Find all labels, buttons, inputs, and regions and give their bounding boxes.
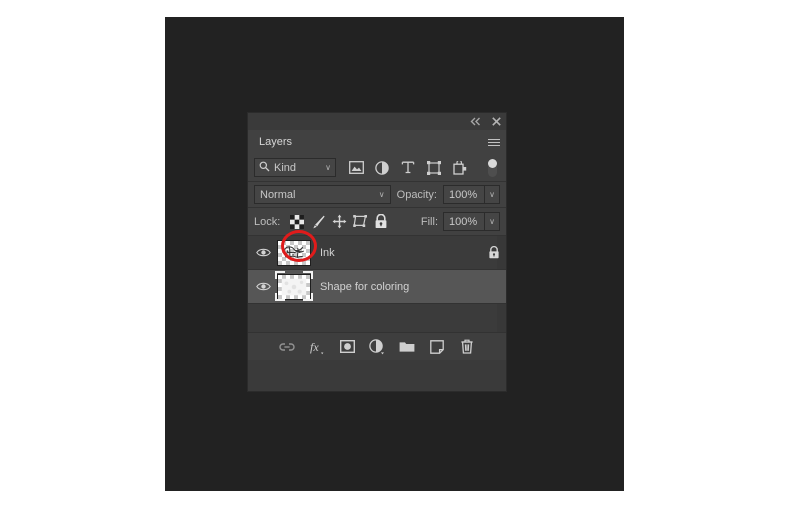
- layers-panel-bottom-toolbar: fx: [248, 332, 506, 360]
- layer-visibility-toggle[interactable]: [252, 270, 274, 303]
- thumbnail-artwork: [284, 245, 304, 258]
- filter-kind-select[interactable]: Kind ∨: [254, 158, 336, 177]
- layer-list-empty-area: [248, 304, 506, 332]
- table-row[interactable]: Shape for coloring: [248, 270, 506, 304]
- fill-chevron-down-icon[interactable]: ∨: [485, 212, 500, 231]
- blend-mode-row: Normal ∨ Opacity: 100% ∨: [248, 182, 506, 208]
- new-page-icon: [430, 339, 444, 354]
- filter-kind-label: Kind: [274, 161, 297, 174]
- chevron-down-icon: ∨: [325, 163, 331, 172]
- table-row[interactable]: Ink: [248, 236, 506, 270]
- delete-layer-button[interactable]: [458, 338, 476, 356]
- padlock-icon: [489, 246, 499, 259]
- folder-icon: [399, 342, 415, 352]
- new-group-button[interactable]: [398, 338, 416, 356]
- chain-link-icon: [279, 342, 295, 351]
- mask-icon: [339, 340, 355, 353]
- panel-titlebar-icons: [469, 115, 502, 127]
- layer-name: Ink: [320, 246, 335, 259]
- filter-type-icons: [348, 158, 500, 177]
- eye-icon: [255, 248, 271, 257]
- tab-strip-filler: [303, 130, 482, 154]
- panel-titlebar: [248, 113, 506, 130]
- lock-row: Lock: Fill: 100% ∨: [248, 208, 506, 236]
- filter-smart-object-icon[interactable]: [452, 160, 468, 176]
- layer-list: Ink Shape for coloring: [248, 236, 506, 332]
- tab-layers[interactable]: Layers: [248, 130, 304, 154]
- blend-mode-select[interactable]: Normal ∨: [254, 185, 391, 204]
- fill-label: Fill:: [420, 215, 438, 228]
- lock-transparent-pixels-button[interactable]: [287, 212, 307, 232]
- lock-image-pixels-button[interactable]: [308, 212, 328, 232]
- half-circle-icon: [369, 338, 384, 354]
- fill-group: Fill: 100% ∨: [421, 212, 500, 231]
- thumbnail-artwork: [281, 278, 307, 295]
- lock-label: Lock:: [254, 215, 281, 228]
- filter-enable-toggle[interactable]: [484, 158, 500, 177]
- opacity-input[interactable]: 100%: [443, 185, 485, 204]
- fx-icon: fx: [310, 340, 324, 354]
- screenshot-canvas: Layers Kind ∨ Normal ∨ Opacity: 100% ∨ L…: [0, 0, 800, 519]
- tab-layers-label: Layers: [259, 136, 293, 148]
- opacity-chevron-down-icon[interactable]: ∨: [485, 185, 500, 204]
- layer-thumbnail[interactable]: [276, 239, 312, 267]
- lock-all-button[interactable]: [371, 212, 391, 232]
- panel-tab-strip: Layers: [248, 130, 506, 154]
- layer-thumbnail[interactable]: [275, 270, 313, 301]
- lock-position-button[interactable]: [329, 212, 349, 232]
- filter-shape-layers-icon[interactable]: [426, 160, 442, 176]
- lock-artboard-nesting-button[interactable]: [350, 212, 370, 232]
- trash-icon: [461, 339, 473, 354]
- chevron-down-icon: ∨: [378, 190, 385, 199]
- filter-pixel-layers-icon[interactable]: [348, 160, 364, 176]
- layer-visibility-toggle[interactable]: [252, 236, 274, 269]
- hamburger-menu-icon: [488, 137, 500, 148]
- opacity-label: Opacity:: [396, 188, 437, 201]
- layer-filter-row: Kind ∨: [248, 154, 506, 182]
- double-chevron-left-icon[interactable]: [469, 115, 481, 127]
- blend-mode-value: Normal: [260, 188, 296, 201]
- layers-panel: Layers Kind ∨ Normal ∨ Opacity: 100% ∨ L…: [247, 112, 507, 392]
- eye-icon: [255, 282, 271, 291]
- fill-input[interactable]: 100%: [443, 212, 485, 231]
- filter-type-layers-icon[interactable]: [400, 160, 416, 176]
- fill-field-wrap: 100% ∨: [443, 212, 500, 231]
- opacity-field-wrap: 100% ∨: [443, 185, 500, 204]
- filter-adjustment-layers-icon[interactable]: [374, 160, 390, 176]
- close-icon[interactable]: [490, 115, 502, 127]
- panel-menu-button[interactable]: [482, 130, 506, 154]
- new-adjustment-layer-button[interactable]: [368, 338, 386, 356]
- layer-locked-indicator: [482, 246, 506, 259]
- search-icon: [259, 161, 270, 175]
- link-layers-button[interactable]: [278, 338, 296, 356]
- new-layer-button[interactable]: [428, 338, 446, 356]
- svg-text:fx: fx: [310, 340, 319, 354]
- layer-style-button[interactable]: fx: [308, 338, 326, 356]
- add-layer-mask-button[interactable]: [338, 338, 356, 356]
- layer-name: Shape for coloring: [320, 280, 410, 293]
